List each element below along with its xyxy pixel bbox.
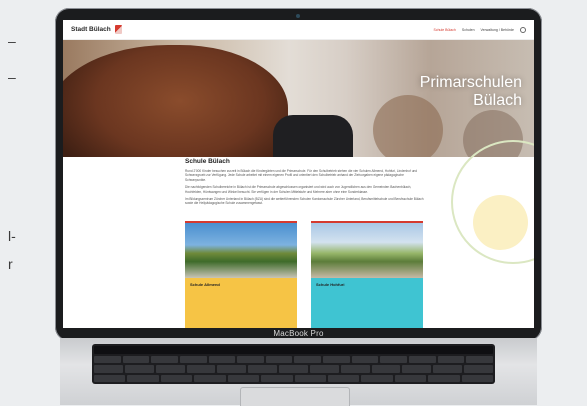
touch-bar [94, 346, 493, 354]
site-header: Stadt Bülach Schule Bülach Schulen Verwa… [63, 20, 534, 40]
school-cards: Schule Allmend Schule Hohfuri [185, 221, 423, 328]
background-text-fragment: r [8, 256, 13, 272]
laptop-screen: Stadt Bülach Schule Bülach Schulen Verwa… [63, 20, 534, 328]
laptop-keyboard [92, 344, 495, 384]
site-brand[interactable]: Stadt Bülach [71, 25, 122, 34]
camera-icon [296, 14, 300, 18]
flag-icon [114, 25, 122, 34]
hero-title-line1: Primarschulen [419, 74, 522, 91]
background-text-fragment: l- [8, 228, 16, 244]
brand-name: Stadt Bülach [71, 26, 111, 33]
hero-title-line2: Bülach [473, 92, 522, 109]
intro-paragraph: Die nachfolgenden Schulbereiche in Bülac… [185, 185, 412, 194]
decorative-circle [473, 195, 528, 250]
laptop-model-label: MacBook Pro [273, 329, 324, 338]
hero-photo-student [63, 45, 288, 157]
intro-section: Schule Bülach Rund 2'000 Kinder besuchen… [185, 158, 425, 209]
hero-title: Primarschulen Bülach [420, 74, 522, 110]
section-heading: Schule Bülach [185, 158, 230, 165]
background-text-fragment: – [8, 69, 16, 85]
search-icon[interactable] [520, 26, 526, 33]
hero-photo-shirt [273, 115, 353, 157]
school-photo-hohfuri [311, 223, 423, 278]
intro-paragraph: Rund 2'000 Kinder besuchen zurzeit in Bü… [185, 169, 418, 182]
school-photo-allmend [185, 223, 297, 278]
background-text-fragment: – [8, 33, 16, 49]
school-card-label: Schule Hohfuri [311, 278, 423, 328]
school-card-hohfuri[interactable]: Schule Hohfuri [311, 221, 423, 328]
intro-paragraph: Im Bildungszentrum Zürcher Unterland in … [185, 197, 424, 206]
school-card-allmend[interactable]: Schule Allmend [185, 221, 297, 328]
trackpad [240, 387, 350, 406]
hero-banner: Primarschulen Bülach [63, 40, 534, 157]
school-card-label: Schule Allmend [185, 278, 297, 328]
nav-item-schulen[interactable]: Schulen [462, 28, 475, 32]
nav-item-verwaltung[interactable]: Verwaltung / Behörde [481, 28, 514, 32]
main-nav: Schule Bülach Schulen Verwaltung / Behör… [433, 26, 526, 33]
nav-item-schule-buelach[interactable]: Schule Bülach [433, 28, 455, 32]
